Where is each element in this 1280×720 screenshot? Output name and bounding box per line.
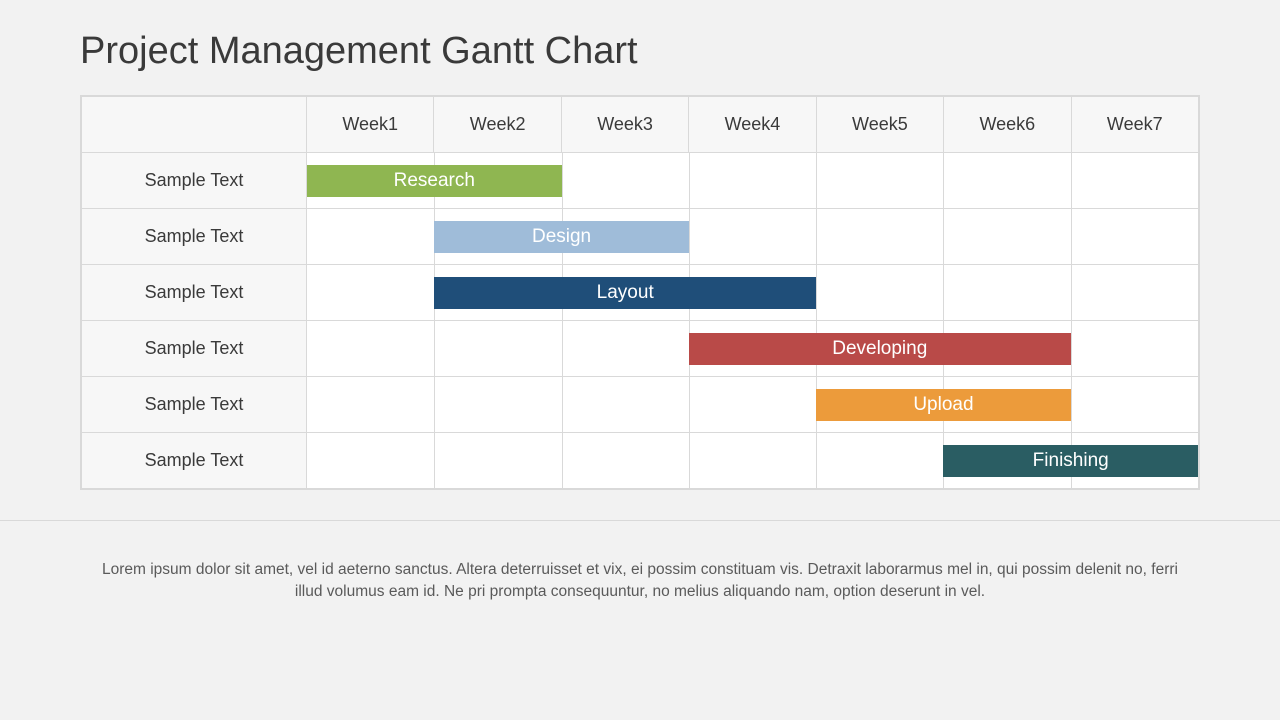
col-header: Week4	[689, 97, 816, 153]
table-row: Sample Text Design	[82, 209, 1199, 265]
row-track: Design	[307, 209, 1199, 265]
gantt-chart: Week1 Week2 Week3 Week4 Week5 Week6 Week…	[80, 95, 1200, 490]
gantt-bar: Design	[434, 221, 689, 253]
row-label: Sample Text	[82, 209, 307, 265]
col-header: Week2	[434, 97, 561, 153]
page-title: Project Management Gantt Chart	[80, 30, 1200, 73]
row-track: Layout	[307, 265, 1199, 321]
col-header: Week3	[561, 97, 688, 153]
gantt-bar: Research	[307, 165, 562, 197]
col-header: Week5	[816, 97, 943, 153]
table-corner	[82, 97, 307, 153]
footer-text: Lorem ipsum dolor sit amet, vel id aeter…	[80, 559, 1200, 604]
col-header: Week7	[1071, 97, 1198, 153]
divider	[0, 520, 1280, 521]
gantt-table: Week1 Week2 Week3 Week4 Week5 Week6 Week…	[81, 96, 1199, 489]
table-row: Sample Text Layout	[82, 265, 1199, 321]
gantt-bar: Developing	[689, 333, 1071, 365]
table-row: Sample Text Upload	[82, 377, 1199, 433]
row-label: Sample Text	[82, 377, 307, 433]
row-label: Sample Text	[82, 265, 307, 321]
row-track: Developing	[307, 321, 1199, 377]
row-label: Sample Text	[82, 433, 307, 489]
gantt-bar: Upload	[816, 389, 1071, 421]
col-header: Week6	[944, 97, 1071, 153]
table-row: Sample Text Finishing	[82, 433, 1199, 489]
table-row: Sample TextResearch	[82, 153, 1199, 209]
row-label: Sample Text	[82, 153, 307, 209]
gantt-bar: Finishing	[943, 445, 1198, 477]
table-row: Sample Text Developing	[82, 321, 1199, 377]
row-label: Sample Text	[82, 321, 307, 377]
row-track: Upload	[307, 377, 1199, 433]
row-track: Finishing	[307, 433, 1199, 489]
col-header: Week1	[307, 97, 434, 153]
gantt-bar: Layout	[434, 277, 816, 309]
row-track: Research	[307, 153, 1199, 209]
